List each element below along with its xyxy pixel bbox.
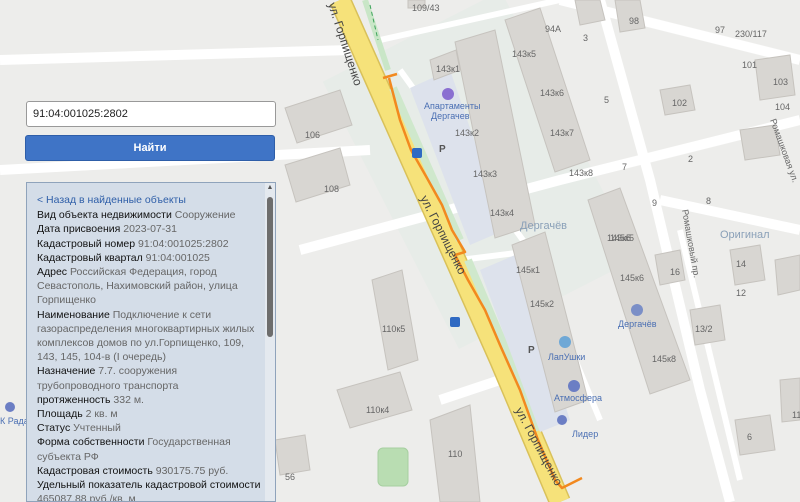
- svg-text:ЛапУшки: ЛапУшки: [548, 352, 585, 362]
- info-row-specific-value: Удельный показатель кадастровой стоимост…: [37, 479, 261, 502]
- svg-text:14: 14: [736, 259, 746, 269]
- district-label-original: Оригинал: [720, 229, 770, 241]
- shop-icon: [5, 402, 15, 412]
- info-row-assign-date: Дата присвоения 2023-07-31: [37, 223, 177, 236]
- svg-text:143к4: 143к4: [490, 208, 514, 218]
- cadastral-search-input[interactable]: [26, 101, 276, 127]
- svg-text:104: 104: [775, 102, 790, 112]
- svg-text:143к3: 143к3: [473, 169, 497, 179]
- svg-text:Дергачёв: Дергачёв: [618, 319, 657, 329]
- svg-text:109/43: 109/43: [412, 3, 440, 13]
- info-row-cadastral-value: Кадастровая стоимость 930175.75 руб.: [37, 464, 229, 477]
- district-label-dergachev: Дергачёв: [520, 220, 567, 232]
- info-row-name: Наименование Подключение к сети газорасп…: [37, 308, 255, 364]
- bus-stop-icon[interactable]: [450, 317, 460, 327]
- back-to-results-link[interactable]: < Назад в найденные объекты: [37, 193, 261, 207]
- shop-icon: [557, 415, 567, 425]
- svg-text:103: 103: [773, 77, 788, 87]
- find-button[interactable]: Найти: [25, 135, 275, 161]
- svg-text:94А: 94А: [545, 24, 561, 34]
- svg-text:110к5: 110к5: [382, 324, 405, 334]
- svg-text:145к1: 145к1: [516, 265, 540, 275]
- svg-text:110: 110: [448, 449, 462, 459]
- svg-text:102: 102: [672, 98, 687, 108]
- svg-text:97: 97: [715, 25, 725, 35]
- svg-text:К Рада: К Рада: [0, 416, 29, 426]
- svg-text:Атмосфера: Атмосфера: [554, 393, 602, 403]
- svg-text:12: 12: [736, 288, 746, 298]
- info-row-cadastral-quarter: Кадастровый квартал 91:04:001025: [37, 251, 210, 264]
- svg-text:110к4: 110к4: [366, 405, 389, 415]
- info-row-cadastral-number: Кадастровый номер 91:04:001025:2802: [37, 237, 229, 250]
- svg-text:145к2: 145к2: [530, 299, 554, 309]
- svg-text:6: 6: [747, 432, 752, 442]
- hotel-icon: [442, 88, 454, 100]
- parking-label: P: [528, 345, 535, 356]
- info-row-address: Адрес Российская Федерация, город Севаст…: [37, 266, 238, 307]
- svg-text:5: 5: [604, 95, 609, 105]
- svg-text:56: 56: [285, 472, 295, 482]
- svg-text:143к8: 143к8: [569, 168, 593, 178]
- svg-text:Дергачев: Дергачев: [431, 111, 470, 121]
- info-row-status: Статус Учтенный: [37, 422, 121, 435]
- svg-text:143к5: 143к5: [512, 49, 536, 59]
- svg-text:101: 101: [742, 60, 757, 70]
- svg-text:145к6: 145к6: [620, 273, 644, 283]
- svg-text:8: 8: [706, 196, 711, 206]
- svg-text:143к7: 143к7: [550, 128, 574, 138]
- svg-text:7: 7: [622, 162, 627, 172]
- object-info-content: < Назад в найденные объекты Вид объекта …: [27, 183, 275, 502]
- pet-icon: [559, 336, 571, 348]
- info-row-purpose: Назначение 7.7. сооружения трубопроводно…: [37, 365, 179, 392]
- panel-scrollbar[interactable]: ▲: [265, 183, 275, 501]
- svg-text:145к5: 145к5: [610, 233, 634, 243]
- svg-text:3: 3: [583, 33, 588, 43]
- scrollbar-thumb[interactable]: [267, 197, 273, 337]
- parking-label: P: [439, 144, 446, 155]
- info-row-object-type: Вид объекта недвижимости Сооружение: [37, 209, 236, 222]
- svg-text:145к8: 145к8: [652, 354, 676, 364]
- svg-text:13/2: 13/2: [695, 324, 713, 334]
- shop-icon: [631, 304, 643, 316]
- svg-text:106: 106: [305, 130, 320, 140]
- info-row-area: Площадь 2 кв. м: [37, 408, 118, 421]
- svg-text:143к6: 143к6: [540, 88, 564, 98]
- svg-text:2: 2: [688, 154, 693, 164]
- info-row-ownership: Форма собственности Государственная субъ…: [37, 436, 231, 463]
- svg-text:Апартаменты: Апартаменты: [424, 101, 480, 111]
- scroll-up-arrow-icon[interactable]: ▲: [266, 184, 274, 192]
- svg-text:98: 98: [629, 16, 639, 26]
- svg-text:108: 108: [324, 184, 339, 194]
- svg-text:16: 16: [670, 267, 680, 277]
- svg-text:143к2: 143к2: [455, 128, 479, 138]
- svg-text:230/117: 230/117: [735, 29, 767, 39]
- svg-text:143к1: 143к1: [436, 64, 460, 74]
- info-row-length: протяженность 332 м.: [37, 393, 144, 406]
- svg-text:11: 11: [792, 410, 800, 420]
- bus-stop-icon[interactable]: [412, 148, 422, 158]
- svg-text:9: 9: [652, 198, 657, 208]
- svg-text:Лидер: Лидер: [572, 429, 598, 439]
- object-info-panel: < Назад в найденные объекты Вид объекта …: [26, 182, 276, 502]
- scissors-icon: [568, 380, 580, 392]
